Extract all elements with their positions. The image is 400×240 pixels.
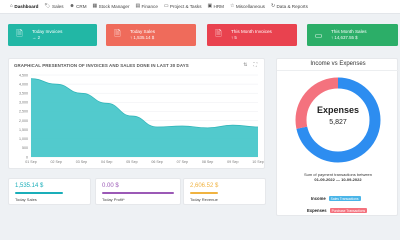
card-today-sales[interactable]: 🗎 Today Sales ↑ 1,535.14 $ [106, 24, 196, 46]
stat-label: Today Sales [15, 197, 37, 202]
legend-label: Expenses [307, 208, 327, 214]
progress-bar [190, 192, 218, 194]
box-icon: ▦ [92, 4, 98, 9]
nav-label: CRM [76, 4, 87, 9]
users-icon: ☻ [69, 4, 75, 9]
card-value: ↑ 14,637.55 $ [331, 35, 358, 40]
chart-title: GRAPHICAL PRESENTATION OF INVOICES AND S… [14, 63, 189, 68]
y-tick-label: 2,000 [19, 119, 28, 123]
y-tick-label: 500 [22, 146, 28, 150]
nav-data-reports[interactable]: ↻ Data & Reports [271, 4, 308, 9]
stat-value: 1,535.14 $ [15, 183, 44, 189]
nav-label: Sales [52, 4, 64, 9]
x-tick-label: 02 Sep [51, 160, 62, 164]
legend-tag: Sales Transactions [328, 196, 361, 202]
y-tick-label: 1,500 [19, 128, 28, 132]
invoice-icon: 🗎 [16, 29, 23, 38]
x-tick-label: 10 Sep [252, 160, 263, 164]
nav-label: Stock Manager [98, 4, 130, 9]
wallet-icon: ▭ [314, 30, 323, 40]
legend-income: Income Sales Transactions [311, 196, 361, 202]
x-tick-label: 07 Sep [177, 160, 188, 164]
card-value: → 2 [32, 35, 41, 40]
nav-miscellaneous[interactable]: ☆ Miscellaneous [230, 4, 265, 9]
nav-label: Data & Reports [276, 4, 308, 9]
x-tick-label: 06 Sep [151, 160, 162, 164]
income-expense-panel: Income vs Expenses Expenses 5,827 Sum of… [276, 58, 399, 216]
stat-value: 0.00 $ [102, 183, 119, 189]
nav-stock-manager[interactable]: ▦ Stock Manager [93, 4, 130, 9]
x-tick-label: 09 Sep [227, 160, 238, 164]
y-tick-label: 4,000 [19, 82, 28, 86]
x-tick-label: 08 Sep [202, 160, 213, 164]
summary-dates: 01-09-2022 — 10-09-2022 [314, 177, 362, 182]
donut-center-value: 5,827 [329, 119, 347, 126]
nav-label: Finance [141, 4, 158, 9]
invoice-icon: 🗎 [114, 29, 121, 38]
x-tick-label: 05 Sep [126, 160, 137, 164]
card-value: ↑ 1,535.14 $ [130, 35, 155, 40]
report-icon: ↻ [270, 4, 275, 9]
x-tick-label: 01 Sep [25, 160, 36, 164]
stat-today-sales: 1,535.14 $ Today Sales [8, 178, 91, 205]
legend-expenses: Expenses Purchase Transactions [307, 208, 368, 214]
fullscreen-icon[interactable]: ⛶ [253, 62, 257, 68]
nav-sales[interactable]: 🏷 Sales [44, 4, 63, 9]
nav-dashboard[interactable]: ⌂ Dashboard [10, 4, 38, 9]
y-tick-label: 2,500 [19, 110, 28, 114]
progress-bar [15, 192, 64, 194]
x-tick-label: 04 Sep [101, 160, 112, 164]
star-icon: ☆ [230, 4, 235, 9]
y-tick-label: 4,500 [19, 73, 28, 77]
legend-label: Income [311, 196, 326, 202]
hrm-icon: ▣ [207, 4, 213, 9]
nav-finance[interactable]: ▤ Finance [135, 4, 157, 9]
folder-icon: ▭ [163, 4, 169, 9]
area-chart: 0 500 1,000 1,500 2,000 2,500 3,000 3,500 4,000 4… [19, 73, 264, 164]
progress-bar [102, 192, 174, 194]
nav-hrm[interactable]: ▣ HRM [208, 4, 225, 9]
invoice-icon: 🗎 [215, 29, 222, 38]
nav-projects[interactable]: ▭ Project & Tasks [164, 4, 202, 9]
stat-value: 2,606.52 $ [190, 183, 219, 189]
card-today-invoices[interactable]: 🗎 Today Invoices → 2 [8, 24, 97, 46]
stat-today-revenue: 2,606.52 $ Today Revenue [183, 178, 266, 205]
area-fill [31, 78, 258, 157]
x-tick-label: 03 Sep [76, 160, 87, 164]
y-tick-label: 0 [26, 155, 28, 159]
nav-label: Miscellaneous [235, 4, 265, 9]
donut-center-label: Expenses [316, 105, 360, 115]
y-tick-label: 1,000 [19, 137, 28, 141]
filter-icon[interactable]: ⇅ [243, 62, 247, 68]
y-tick-label: 3,500 [19, 92, 28, 96]
legend-tag: Purchase Transactions [329, 208, 368, 214]
nav-crm[interactable]: ☻ CRM [70, 4, 87, 9]
stat-today-profit: 0.00 $ Today Profit* [95, 178, 181, 205]
stat-label: Today Profit* [102, 197, 125, 202]
summary-text: Sum of payment transactions between 01-0… [283, 172, 393, 182]
sales-chart-panel: GRAPHICAL PRESENTATION OF INVOICES AND S… [8, 58, 265, 169]
nav-label: Dashboard [14, 4, 39, 9]
nav-label: HRM [213, 4, 225, 9]
card-month-sales[interactable]: ▭ This Month Sales ↑ 14,637.55 $ [307, 24, 398, 46]
stat-label: Today Revenue [190, 197, 218, 202]
tag-icon: 🏷 [44, 4, 51, 9]
card-month-invoices[interactable]: 🗎 This Month Invoices ↑ 5 [207, 24, 297, 46]
donut-chart [295, 77, 381, 163]
finance-icon: ▤ [135, 4, 141, 9]
nav-label: Project & Tasks [169, 4, 202, 9]
top-navigation: ⌂ Dashboard 🏷 Sales ☻ CRM ▦ Stock Manage… [0, 0, 400, 14]
y-tick-label: 3,000 [19, 101, 28, 105]
card-value: ↑ 5 [231, 35, 237, 40]
home-icon: ⌂ [10, 4, 13, 9]
